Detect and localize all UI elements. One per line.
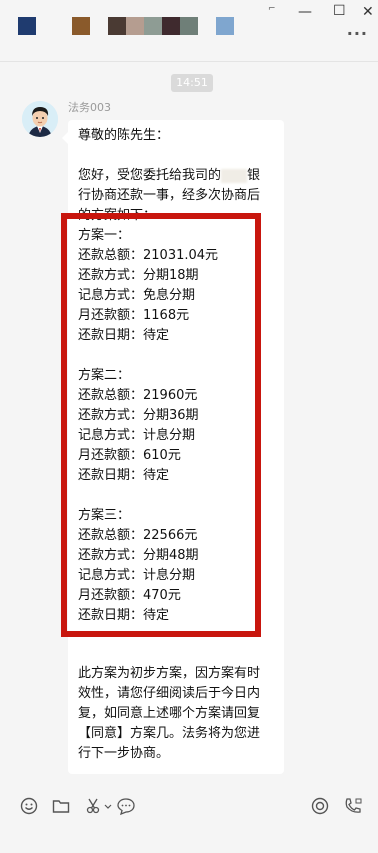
minimize-button[interactable]: —: [298, 5, 312, 19]
pin-icon[interactable]: ⌐: [268, 4, 276, 14]
message-line: 行协商还款一事，经多次协商后: [78, 188, 261, 203]
record-icon[interactable]: [310, 796, 330, 816]
contact-avatar-4[interactable]: [126, 17, 144, 35]
contact-avatar-3[interactable]: [108, 17, 126, 35]
lawyer-avatar-icon: [22, 101, 58, 137]
message-line: 效性，请您仔细阅读后于今日内: [78, 686, 261, 701]
folder-icon[interactable]: [51, 796, 71, 816]
input-area[interactable]: [0, 826, 378, 853]
message-line: 此方案为初步方案，因方案有时: [78, 666, 261, 681]
contact-avatar-5[interactable]: [144, 17, 162, 35]
sender-name: 法务003: [68, 101, 111, 114]
maximize-button[interactable]: ☐: [333, 4, 346, 18]
message-line: 行下一步协商。: [78, 746, 170, 761]
sender-avatar[interactable]: [22, 101, 58, 137]
chat-bubble-icon[interactable]: [116, 796, 136, 816]
contact-avatar-7[interactable]: [180, 17, 198, 35]
scissors-icon[interactable]: [84, 796, 104, 816]
contact-avatar-8[interactable]: [216, 17, 234, 35]
contact-avatar-1[interactable]: [18, 17, 36, 35]
phone-icon[interactable]: [343, 796, 363, 816]
contact-avatar-6[interactable]: [162, 17, 180, 35]
message-line: 您好，受您委托给我司的银: [78, 168, 261, 183]
close-button[interactable]: ✕: [362, 5, 374, 19]
redacted-text: [221, 168, 248, 183]
message-timestamp: 14:51: [171, 74, 213, 92]
contact-avatar-2[interactable]: [72, 17, 90, 35]
message-line: 复，如同意上述哪个方案请回复: [78, 706, 261, 721]
input-toolbar: [0, 788, 378, 826]
chevron-down-icon[interactable]: [103, 796, 113, 816]
more-options-icon[interactable]: ···: [347, 24, 368, 43]
title-bar: ⌐ — ☐ ✕ ···: [0, 0, 378, 62]
highlight-box: [61, 213, 261, 637]
message-line: 【同意】方案几。法务将为您进: [78, 726, 261, 741]
emoji-icon[interactable]: [19, 796, 39, 816]
message-line: 尊敬的陈先生：: [78, 128, 170, 143]
